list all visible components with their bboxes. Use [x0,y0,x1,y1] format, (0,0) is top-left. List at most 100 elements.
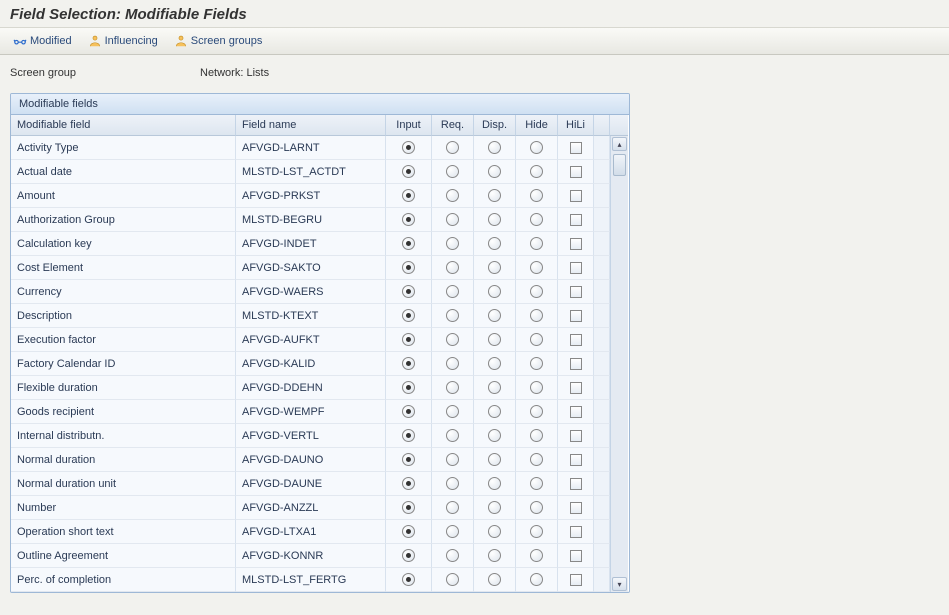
cell-field-name[interactable]: AFVGD-INDET [236,232,386,256]
cell-field-name[interactable]: MLSTD-LST_FERTG [236,568,386,592]
cell-field-name[interactable]: AFVGD-WEMPF [236,400,386,424]
input-radio[interactable] [402,453,415,466]
disp-radio[interactable] [488,285,501,298]
disp-radio[interactable] [488,165,501,178]
input-radio[interactable] [402,501,415,514]
req-radio[interactable] [446,261,459,274]
col-hili[interactable]: HiLi [558,115,594,136]
disp-radio[interactable] [488,309,501,322]
cell-modifiable-field[interactable]: Amount [11,184,236,208]
scroll-up-button[interactable]: ▴ [612,137,627,151]
cell-field-name[interactable]: AFVGD-LARNT [236,136,386,160]
cell-field-name[interactable]: AFVGD-PRKST [236,184,386,208]
hili-checkbox[interactable] [570,190,582,202]
input-radio[interactable] [402,357,415,370]
hili-checkbox[interactable] [570,574,582,586]
hili-checkbox[interactable] [570,358,582,370]
hili-checkbox[interactable] [570,430,582,442]
disp-radio[interactable] [488,261,501,274]
disp-radio[interactable] [488,405,501,418]
col-input[interactable]: Input [386,115,432,136]
hili-checkbox[interactable] [570,550,582,562]
hili-checkbox[interactable] [570,502,582,514]
disp-radio[interactable] [488,381,501,394]
input-radio[interactable] [402,333,415,346]
cell-field-name[interactable]: AFVGD-ANZZL [236,496,386,520]
disp-radio[interactable] [488,213,501,226]
cell-modifiable-field[interactable]: Perc. of completion [11,568,236,592]
cell-field-name[interactable]: MLSTD-LST_ACTDT [236,160,386,184]
screen-groups-button[interactable]: Screen groups [167,31,270,51]
hili-checkbox[interactable] [570,310,582,322]
hide-radio[interactable] [530,357,543,370]
cell-modifiable-field[interactable]: Cost Element [11,256,236,280]
hide-radio[interactable] [530,261,543,274]
req-radio[interactable] [446,477,459,490]
cell-modifiable-field[interactable]: Normal duration unit [11,472,236,496]
disp-radio[interactable] [488,573,501,586]
hili-checkbox[interactable] [570,238,582,250]
col-hide[interactable]: Hide [516,115,558,136]
hide-radio[interactable] [530,213,543,226]
hili-checkbox[interactable] [570,406,582,418]
hide-radio[interactable] [530,573,543,586]
cell-modifiable-field[interactable]: Currency [11,280,236,304]
input-radio[interactable] [402,165,415,178]
hili-checkbox[interactable] [570,334,582,346]
disp-radio[interactable] [488,477,501,490]
hili-checkbox[interactable] [570,262,582,274]
input-radio[interactable] [402,213,415,226]
hide-radio[interactable] [530,453,543,466]
input-radio[interactable] [402,189,415,202]
disp-radio[interactable] [488,357,501,370]
hili-checkbox[interactable] [570,214,582,226]
cell-field-name[interactable]: AFVGD-AUFKT [236,328,386,352]
cell-modifiable-field[interactable]: Operation short text [11,520,236,544]
hide-radio[interactable] [530,381,543,394]
cell-field-name[interactable]: AFVGD-WAERS [236,280,386,304]
hide-radio[interactable] [530,309,543,322]
hide-radio[interactable] [530,165,543,178]
req-radio[interactable] [446,165,459,178]
hide-radio[interactable] [530,285,543,298]
influencing-button[interactable]: Influencing [81,31,165,51]
cell-modifiable-field[interactable]: Activity Type [11,136,236,160]
cell-modifiable-field[interactable]: Calculation key [11,232,236,256]
cell-field-name[interactable]: AFVGD-LTXA1 [236,520,386,544]
disp-radio[interactable] [488,453,501,466]
scroll-down-button[interactable]: ▾ [612,577,627,591]
input-radio[interactable] [402,573,415,586]
req-radio[interactable] [446,237,459,250]
req-radio[interactable] [446,525,459,538]
disp-radio[interactable] [488,429,501,442]
input-radio[interactable] [402,549,415,562]
hili-checkbox[interactable] [570,478,582,490]
input-radio[interactable] [402,141,415,154]
cell-modifiable-field[interactable]: Actual date [11,160,236,184]
req-radio[interactable] [446,549,459,562]
input-radio[interactable] [402,285,415,298]
disp-radio[interactable] [488,525,501,538]
req-radio[interactable] [446,285,459,298]
hide-radio[interactable] [530,525,543,538]
modified-button[interactable]: Modified [6,31,79,51]
cell-modifiable-field[interactable]: Execution factor [11,328,236,352]
req-radio[interactable] [446,429,459,442]
disp-radio[interactable] [488,333,501,346]
input-radio[interactable] [402,381,415,394]
cell-modifiable-field[interactable]: Authorization Group [11,208,236,232]
cell-modifiable-field[interactable]: Factory Calendar ID [11,352,236,376]
req-radio[interactable] [446,309,459,322]
req-radio[interactable] [446,333,459,346]
cell-field-name[interactable]: AFVGD-KALID [236,352,386,376]
col-req[interactable]: Req. [432,115,474,136]
hide-radio[interactable] [530,501,543,514]
cell-modifiable-field[interactable]: Normal duration [11,448,236,472]
col-field-name[interactable]: Field name [236,115,386,136]
req-radio[interactable] [446,357,459,370]
hide-radio[interactable] [530,237,543,250]
req-radio[interactable] [446,573,459,586]
cell-field-name[interactable]: AFVGD-SAKTO [236,256,386,280]
cell-modifiable-field[interactable]: Flexible duration [11,376,236,400]
disp-radio[interactable] [488,189,501,202]
